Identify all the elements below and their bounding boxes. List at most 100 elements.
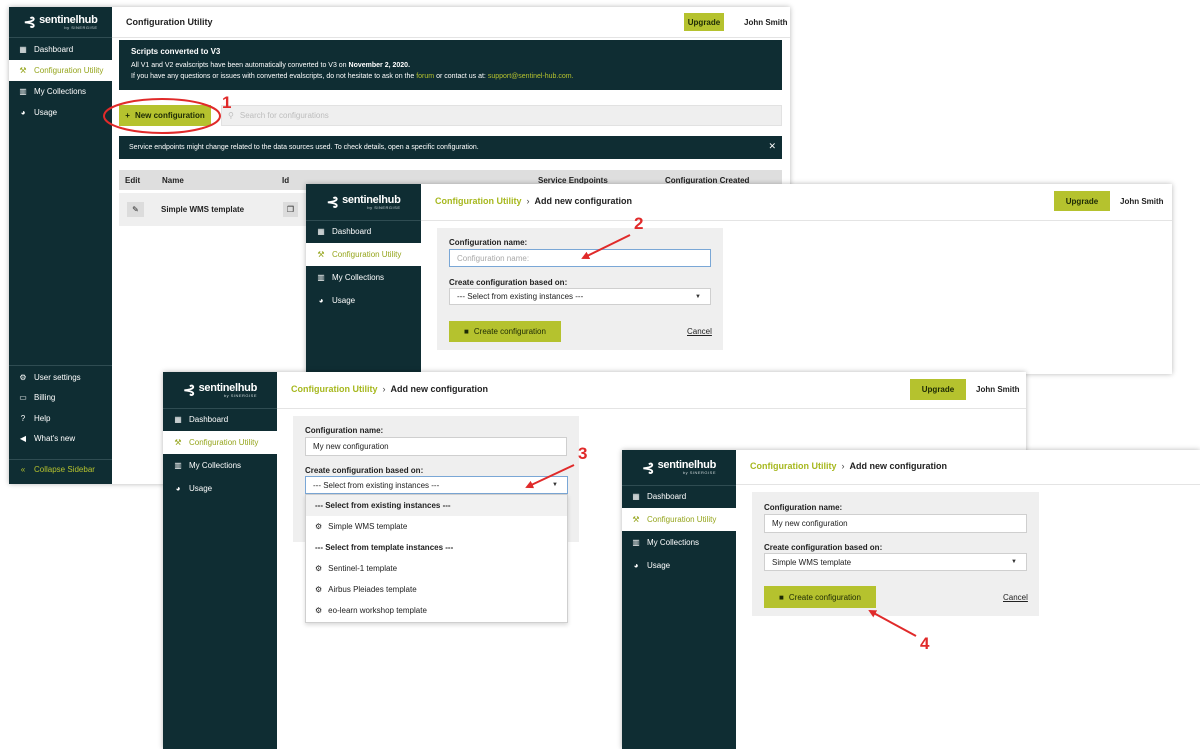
new-configuration-button[interactable]: + New configuration — [119, 105, 211, 126]
sidebar-item-my-collections[interactable]: ▥ My Collections — [622, 531, 736, 554]
forum-link[interactable]: forum — [416, 73, 434, 80]
breadcrumb-link[interactable]: Configuration Utility — [435, 196, 522, 206]
sidebar-item-help[interactable]: ? Help — [9, 408, 112, 428]
sidebar-item-label: User settings — [34, 372, 81, 382]
sentinelhub-logo[interactable]: ⊰ sentinelhub by SINERGISE — [622, 450, 736, 486]
sidebar-item-label: My Collections — [189, 461, 242, 470]
collapse-sidebar-label: Collapse Sidebar — [34, 465, 95, 474]
upgrade-button[interactable]: Upgrade — [910, 379, 966, 400]
based-on-select[interactable]: Simple WMS template ▼ — [764, 553, 1027, 571]
sidebar-item-configuration-utility[interactable]: ⚒ Configuration Utility — [163, 431, 277, 454]
breadcrumb: Configuration Utility › Add new configurat… — [435, 196, 632, 206]
sidebar-item-configuration-utility[interactable]: ⚒ Configuration Utility — [306, 243, 421, 266]
dropdown-option[interactable]: ⚙ Simple WMS template — [306, 516, 567, 537]
dropdown-option[interactable]: ⚙ Airbus Pleiades template — [306, 579, 567, 600]
collapse-sidebar-button[interactable]: « Collapse Sidebar — [9, 459, 112, 479]
sidebar-item-dashboard[interactable]: ▦ Dashboard — [163, 408, 277, 431]
column-id: Id — [282, 176, 290, 185]
dropdown-option[interactable]: ⚙ Sentinel-1 template — [306, 558, 567, 579]
sentinelhub-logo[interactable]: ⊰ sentinelhub by SINERGISE — [9, 7, 112, 38]
user-name[interactable]: John Smith — [744, 18, 788, 27]
create-configuration-button[interactable]: ■ Create configuration — [449, 321, 561, 342]
grid-icon: ▦ — [632, 492, 640, 501]
notice-banner: Scripts converted to V3 All V1 and V2 ev… — [119, 40, 782, 90]
logo-name: sentinelhub — [342, 193, 401, 206]
user-name[interactable]: John Smith — [976, 385, 1020, 394]
config-name[interactable]: Simple WMS template — [161, 205, 244, 214]
cancel-link[interactable]: Cancel — [1003, 593, 1028, 602]
sidebar-item-label: My Collections — [332, 273, 385, 282]
tools-icon: ⚒ — [317, 250, 325, 259]
step-marker-1: 1 — [222, 93, 232, 112]
configuration-name-value: My new configuration — [772, 519, 848, 528]
sidebar-item-usage[interactable]: ◕ Usage — [9, 102, 112, 123]
sentinelhub-logo[interactable]: ⊰ sentinelhub by SINERGISE — [306, 184, 421, 221]
dropdown-group-templates: --- Select from template instances --- — [306, 537, 567, 558]
configuration-name-input[interactable]: Configuration name: — [449, 249, 711, 267]
configuration-name-input[interactable]: My new configuration — [305, 437, 567, 456]
sidebar-item-my-collections[interactable]: ▥ My Collections — [9, 81, 112, 102]
gears-icon: ⚙ — [315, 522, 323, 531]
based-on-select[interactable]: --- Select from existing instances --- ▼ — [449, 288, 711, 305]
configuration-form: Configuration name: Configuration name: … — [437, 228, 723, 350]
save-icon: ■ — [779, 592, 784, 602]
sidebar-item-usage[interactable]: ◕ Usage — [306, 289, 421, 312]
user-name[interactable]: John Smith — [1120, 197, 1164, 206]
sidebar-item-dashboard[interactable]: ▦ Dashboard — [9, 39, 112, 60]
sidebar: ⊰ sentinelhub by SINERGISE ▦ Dashboard ⚒ Co… — [306, 184, 421, 374]
sidebar-item-user-settings[interactable]: ⚙ User settings — [9, 367, 112, 387]
search-input[interactable]: ⚲ Search for configurations — [221, 105, 782, 126]
sidebar-item-label: Billing — [34, 392, 56, 402]
sidebar-divider — [9, 365, 112, 366]
sidebar-item-dashboard[interactable]: ▦ Dashboard — [622, 485, 736, 508]
map-icon: ▥ — [317, 273, 325, 282]
sidebar-item-label: Configuration Utility — [332, 250, 402, 259]
sidebar-item-usage[interactable]: ◕ Usage — [622, 554, 736, 577]
sidebar-item-configuration-utility[interactable]: ⚒ Configuration Utility — [9, 60, 112, 81]
dropdown-option-label: Sentinel-1 template — [328, 564, 398, 573]
configuration-form: Configuration name: My new configuration… — [752, 492, 1039, 616]
support-email-link[interactable]: support@sentinel-hub.com. — [488, 73, 574, 80]
sidebar-item-label: Usage — [332, 296, 356, 305]
cancel-link[interactable]: Cancel — [687, 327, 712, 336]
sidebar-item-label: Dashboard — [189, 415, 229, 424]
sidebar-item-label: Dashboard — [332, 227, 372, 236]
dropdown-option[interactable]: ⚙ eo-learn workshop template — [306, 600, 567, 621]
based-on-select[interactable]: --- Select from existing instances --- ▼ — [305, 476, 568, 494]
edit-icon[interactable]: ✎ — [127, 202, 144, 217]
based-on-dropdown-menu: --- Select from existing instances --- ⚙… — [305, 494, 568, 623]
upgrade-button[interactable]: Upgrade — [1054, 191, 1110, 211]
sentinelhub-logo[interactable]: ⊰ sentinelhub by SINERGISE — [163, 372, 277, 409]
caret-down-icon: ▼ — [695, 293, 701, 300]
sidebar-item-configuration-utility[interactable]: ⚒ Configuration Utility — [622, 508, 736, 531]
sidebar-item-my-collections[interactable]: ▥ My Collections — [306, 266, 421, 289]
sidebar-item-billing[interactable]: ▭ Billing — [9, 387, 112, 407]
based-on-value: --- Select from existing instances --- — [457, 292, 584, 301]
breadcrumb-separator: › — [382, 384, 386, 394]
grid-icon: ▦ — [19, 45, 27, 54]
header-divider — [421, 220, 1172, 221]
configuration-name-label: Configuration name: — [449, 238, 528, 247]
plus-icon: + — [125, 111, 130, 120]
copy-icon[interactable]: ❐ — [283, 202, 298, 217]
sidebar-item-label: What's new — [34, 433, 76, 443]
sidebar-item-whats-new[interactable]: ◀ What's new — [9, 428, 112, 448]
close-icon[interactable]: ✕ — [768, 141, 776, 152]
sidebar-item-usage[interactable]: ◕ Usage — [163, 477, 277, 500]
sidebar-item-dashboard[interactable]: ▦ Dashboard — [306, 220, 421, 243]
create-configuration-label: Create configuration — [473, 327, 546, 336]
notice-title: Scripts converted to V3 — [131, 47, 221, 56]
notice-date: November 2, 2020. — [348, 62, 411, 69]
breadcrumb: Configuration Utility › Add new configurat… — [750, 461, 947, 471]
configuration-name-input[interactable]: My new configuration — [764, 514, 1027, 533]
map-icon: ▥ — [19, 87, 27, 96]
panel-add-configuration-filled: ⊰ sentinelhub by SINERGISE ▦ Dashboard ⚒ Co… — [622, 450, 1200, 749]
create-configuration-button[interactable]: ■ Create configuration — [764, 586, 876, 608]
breadcrumb-separator: › — [841, 461, 845, 471]
upgrade-button[interactable]: Upgrade — [684, 13, 724, 31]
breadcrumb-link[interactable]: Configuration Utility — [291, 384, 378, 394]
breadcrumb-link[interactable]: Configuration Utility — [750, 461, 837, 471]
sidebar-item-my-collections[interactable]: ▥ My Collections — [163, 454, 277, 477]
sidebar-item-label: Help — [34, 413, 51, 423]
double-chevron-left-icon: « — [20, 465, 26, 474]
